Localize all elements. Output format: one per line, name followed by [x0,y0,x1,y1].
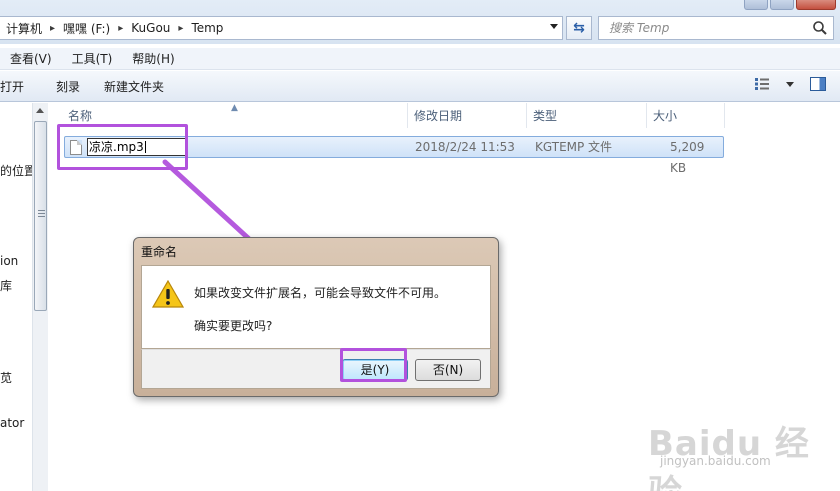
no-button[interactable]: 否(N) [415,359,481,381]
chevron-right-icon[interactable]: ▸ [174,23,187,34]
file-type: KGTEMP 文件 [535,140,613,154]
breadcrumb-item-kugou[interactable]: KuGou [131,21,170,35]
breadcrumb-item-computer[interactable]: 计算机 [6,20,42,37]
change-view-icon[interactable] [754,77,770,91]
breadcrumb-item-drive[interactable]: 嘿嘿 (F:) [63,20,110,37]
chevron-down-icon[interactable] [550,24,558,29]
refresh-button[interactable]: ⇆ [566,16,592,40]
search-placeholder: 搜索 Temp [609,21,670,35]
nav-item-fragment[interactable]: ion [0,254,18,268]
scroll-up-icon[interactable] [36,108,44,113]
search-icon[interactable] [812,20,828,36]
column-header-size[interactable]: 大小 [647,103,725,128]
breadcrumb[interactable]: 计算机 ▸ 嘿嘿 (F:) ▸ KuGou ▸ Temp [0,16,563,40]
dialog-body: 如果改变文件扩展名，可能会导致文件不可用。 确实要更改吗? [141,265,491,349]
view-options-chevron-icon[interactable] [786,81,794,87]
nav-item-fragment[interactable]: 的位置 [0,162,36,179]
command-toolbar: 打开 刻录 新建文件夹 [0,71,840,102]
search-input[interactable]: 搜索 Temp [598,16,834,40]
nav-item-fragment[interactable]: ator [0,416,24,430]
rename-dialog: 重命名 如果改变文件扩展名，可能会导致文件不可用。 确实要更改吗? 是(Y) 否… [133,237,499,397]
refresh-icon: ⇆ [573,20,585,36]
file-row[interactable]: 凉凉.mp3 2018/2/24 11:53 KGTEMP 文件 5,209 K… [64,136,724,175]
nav-item-fragment[interactable]: 库 [0,277,12,294]
nav-item-fragment[interactable]: 苋 [0,369,12,386]
file-modified: 2018/2/24 11:53 [415,140,515,154]
column-header-modified[interactable]: 修改日期 [408,103,527,128]
warning-icon [152,280,184,308]
menu-help[interactable]: 帮助(H) [120,50,182,67]
file-icon [70,140,82,155]
dialog-footer: 是(Y) 否(N) [141,349,491,389]
menu-view[interactable]: 查看(V) [0,50,60,67]
nav-scrollbar[interactable] [32,103,48,491]
close-button[interactable] [796,0,836,10]
dialog-message: 如果改变文件扩展名，可能会导致文件不可用。 [194,286,447,300]
window-controls [730,0,840,10]
dialog-title: 重命名 [141,245,178,259]
rename-input[interactable]: 凉凉.mp3 [87,138,187,156]
navigation-pane: 的位置 ion 库 苋 ator [0,103,48,491]
column-headers: 名称 ▲ 修改日期 类型 大小 [48,103,840,128]
maximize-button[interactable] [770,0,794,10]
dialog-question: 确实要更改吗? [194,319,273,333]
baidu-watermark: Baidu 经验 jingyan.baidu.com [640,398,840,491]
scroll-thumb[interactable] [34,121,47,311]
new-folder-button[interactable]: 新建文件夹 [92,78,176,95]
sort-ascending-icon: ▲ [231,103,238,113]
chevron-right-icon[interactable]: ▸ [46,23,59,34]
address-bar-row: 计算机 ▸ 嘿嘿 (F:) ▸ KuGou ▸ Temp ⇆ 搜索 Temp [0,0,840,44]
burn-button[interactable]: 刻录 [36,78,92,95]
yes-button[interactable]: 是(Y) [342,359,408,381]
menu-tools[interactable]: 工具(T) [60,50,121,67]
column-header-type[interactable]: 类型 [527,103,647,128]
minimize-button[interactable] [744,0,768,10]
menu-bar: 查看(V) 工具(T) 帮助(H) [0,48,840,70]
chevron-right-icon[interactable]: ▸ [114,23,127,34]
file-size: 5,209 KB [670,140,705,175]
preview-pane-icon[interactable] [810,77,826,91]
breadcrumb-item-temp[interactable]: Temp [191,21,223,35]
watermark-url: jingyan.baidu.com [660,454,771,468]
open-button[interactable]: 打开 [0,78,36,95]
